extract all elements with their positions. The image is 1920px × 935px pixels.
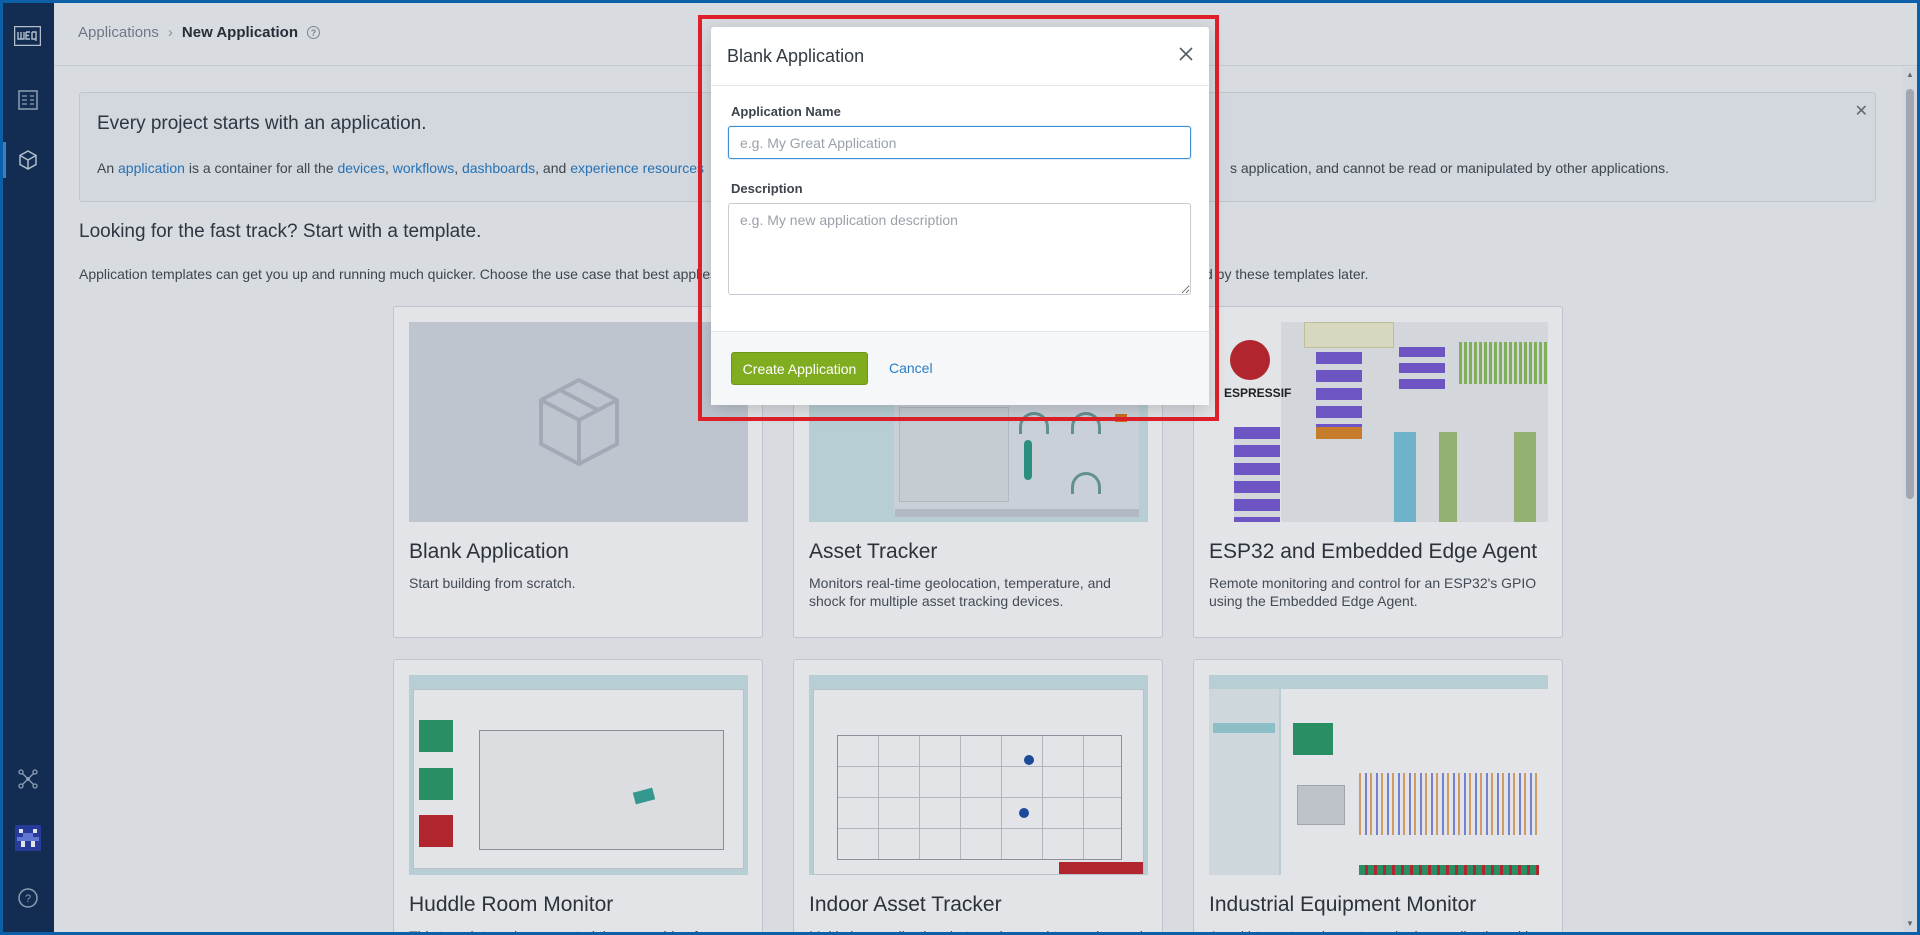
description-input[interactable] <box>728 203 1191 295</box>
create-application-button[interactable]: Create Application <box>731 352 868 385</box>
application-name-input[interactable] <box>728 126 1191 159</box>
modal-footer: Create Application Cancel <box>711 331 1209 405</box>
description-label: Description <box>731 181 803 196</box>
close-icon[interactable] <box>1175 43 1197 65</box>
blank-application-dialog: Blank Application Application Name Descr… <box>711 27 1209 405</box>
cancel-button[interactable]: Cancel <box>889 360 933 376</box>
application-name-label: Application Name <box>731 104 841 119</box>
modal-title: Blank Application <box>727 46 865 66</box>
modal-header: Blank Application <box>711 27 1209 86</box>
